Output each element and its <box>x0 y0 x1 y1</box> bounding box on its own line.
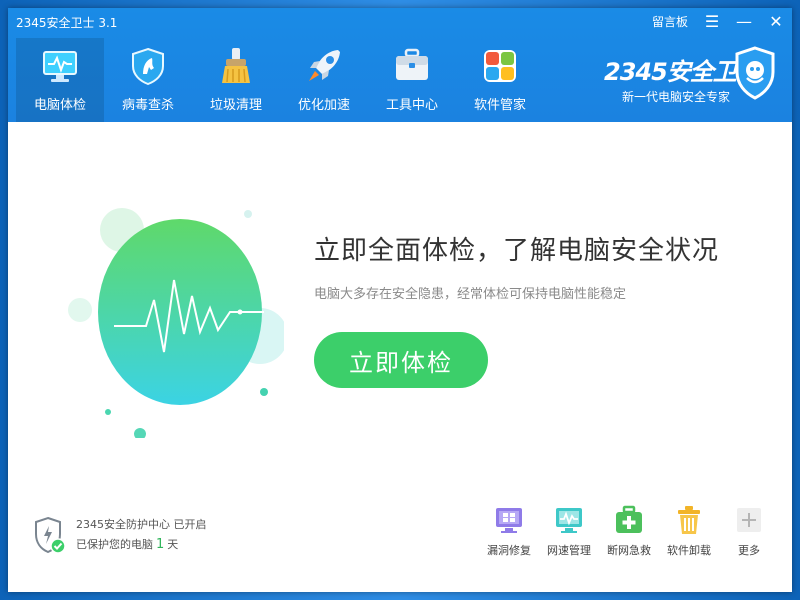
hero-title: 立即全面体检，了解电脑安全状况 <box>314 236 720 266</box>
start-checkup-button[interactable]: 立即体检 <box>314 332 488 388</box>
protection-center-status: 2345安全防护中心 已开启 <box>76 518 207 531</box>
trash-icon <box>678 506 700 534</box>
shield-check-icon <box>35 516 66 554</box>
nav-label: 电脑体检 <box>33 98 86 113</box>
shield-horse-icon <box>132 47 164 86</box>
tool-uninstall[interactable]: 软件卸载 <box>666 504 712 558</box>
tool-more[interactable]: 更多 <box>726 504 772 558</box>
tool-label: 漏洞修复 <box>487 544 531 557</box>
feedback-link[interactable]: 留言板 <box>652 13 688 30</box>
monitor-icon <box>43 51 77 82</box>
nav-label: 工具中心 <box>385 98 438 113</box>
minimize-icon[interactable]: — <box>736 12 752 31</box>
brand-shield-icon <box>735 46 775 100</box>
brand: 2345安全卫士 新一代电脑安全专家 <box>604 46 776 106</box>
tool-label: 软件卸载 <box>667 544 711 557</box>
protection-days-count: 1 <box>156 537 165 552</box>
window-controls: 留言板 ☰ — ✕ <box>652 12 784 31</box>
protection-days-prefix: 已保护您的电脑 <box>76 538 153 551</box>
main-window: 2345安全卫士 3.1 留言板 ☰ — ✕ 电脑体检 病毒查杀 垃圾清理 优化… <box>8 8 792 592</box>
tool-label: 网速管理 <box>547 544 591 557</box>
nav-label: 软件管家 <box>473 98 526 113</box>
hero-subtitle: 电脑大多存在安全隐患，经常体检可保持电脑性能稳定 <box>314 287 627 302</box>
header: 2345安全卫士 3.1 留言板 ☰ — ✕ 电脑体检 病毒查杀 垃圾清理 优化… <box>8 8 792 122</box>
nav-item-antivirus[interactable]: 病毒查杀 <box>104 38 192 122</box>
nav-label: 优化加速 <box>297 98 350 113</box>
rocket-icon <box>309 50 340 81</box>
quick-tools: 漏洞修复 网速管理 断网急救 软件卸载 更多 <box>486 504 772 558</box>
tool-vuln-fix[interactable]: 漏洞修复 <box>486 504 532 558</box>
nav-item-software[interactable]: 软件管家 <box>456 38 544 122</box>
menu-icon[interactable]: ☰ <box>704 12 720 31</box>
tool-network-speed[interactable]: 网速管理 <box>546 504 592 558</box>
nav-item-optimize[interactable]: 优化加速 <box>280 38 368 122</box>
nav-item-checkup[interactable]: 电脑体检 <box>16 38 104 122</box>
tool-label: 更多 <box>738 544 760 557</box>
protection-days-suffix: 天 <box>167 538 179 551</box>
broom-icon <box>222 48 250 83</box>
nav-label: 病毒查杀 <box>121 98 174 113</box>
checkup-graphic <box>68 208 284 438</box>
nav-item-tools[interactable]: 工具中心 <box>368 38 456 122</box>
app-title: 2345安全卫士 3.1 <box>16 16 118 30</box>
brand-slogan: 新一代电脑安全专家 <box>622 90 731 104</box>
windows-grid-icon <box>484 50 516 82</box>
network-monitor-icon <box>556 508 582 533</box>
tool-network-rescue[interactable]: 断网急救 <box>606 504 652 558</box>
first-aid-kit-icon <box>616 505 642 533</box>
main-nav: 电脑体检 病毒查杀 垃圾清理 优化加速 工具中心 软件管家 <box>16 38 544 122</box>
plus-icon <box>737 508 761 532</box>
protection-days: 已保护您的电脑 1 天 <box>76 536 178 552</box>
nav-item-cleanup[interactable]: 垃圾清理 <box>192 38 280 122</box>
windows-monitor-icon <box>496 508 522 533</box>
toolbox-icon <box>396 48 428 80</box>
tool-label: 断网急救 <box>607 544 651 557</box>
close-icon[interactable]: ✕ <box>768 12 784 31</box>
nav-label: 垃圾清理 <box>209 98 262 113</box>
